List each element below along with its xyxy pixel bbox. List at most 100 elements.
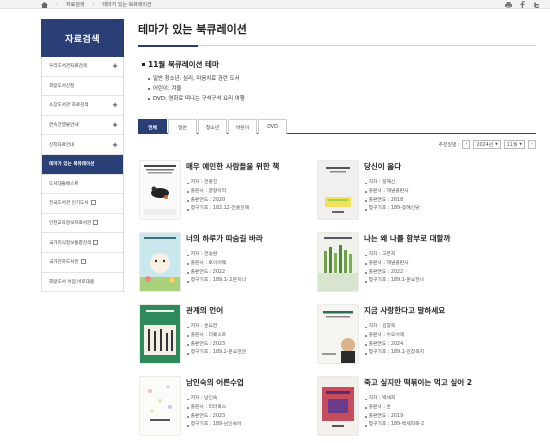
book-author: 저자 : 정혜신 [365,179,419,188]
book-year: 출판연도 : 2018 [365,197,419,206]
book-item: 나는 왜 나를 함부로 대할까 저자 : 고은희 출판사 : 해냄출판사 출판연… [318,233,516,299]
sidebar: 자료검색 우리도서관자료검색 + 희망도서신청 소장도서관 자료검색 + 연속간… [41,19,124,293]
book-meta: 저자 : 문요한 출판사 : 더퀘스트 출판연도 : 2023 청구기호 : 1… [187,323,246,358]
title-divider [138,44,536,47]
book-title[interactable]: 지금 사랑한다고 말하세요 [364,305,445,316]
book-cover[interactable] [318,233,358,291]
year-select[interactable]: 2024년 ▼ [473,139,501,149]
sidebar-item-book-request[interactable]: 희망도서신청 [42,76,123,97]
breadcrumb-separator: › [92,1,95,8]
sidebar-item-label: 연속간행물안내 [49,123,79,129]
sidebar-item-national-e-library[interactable]: 국가전자도서관 [42,252,123,273]
book-item: 관계의 언어 저자 : 문요한 출판사 : 더퀘스트 출판연도 : 2023 청… [140,305,338,371]
book-item: 당신이 옳다 저자 : 정혜신 출판사 : 해냄출판사 출판연도 : 2018 … [318,161,516,227]
book-author: 저자 : 전홍진 [187,179,249,188]
book-cover[interactable] [140,305,180,363]
breadcrumb-item-current: 테마가 있는 북큐레이션 [102,2,152,8]
breadcrumb-item-search[interactable]: 자료검색 [66,1,84,8]
book-title[interactable]: 매우 예민한 사람들을 위한 책 [186,161,279,172]
date-filter: 추천일별 : ‹ 2024년 ▼ 11월 ▼ › [439,139,536,149]
tab-all[interactable]: 전체 [138,119,167,134]
print-icon[interactable] [505,1,512,8]
sidebar-item-label: 신착자료안내 [49,142,75,148]
book-publisher: 출판사 : 흔 [365,404,424,413]
book-publisher: 출판사 : 리더북스 [187,404,241,413]
book-meta: 저자 : 고은희 출판사 : 해냄출판사 출판연도 : 2022 청구기호 : … [365,251,424,286]
home-icon[interactable] [40,1,48,8]
chevron-down-icon: ▼ [495,142,498,146]
facebook-icon[interactable] [519,1,526,8]
book-item: 너의 하루가 따숨길 바라 저자 : 전승환 출판사 : 토이어웨 출판연도 :… [140,233,338,299]
book-year: 출판연도 : 2022 [187,269,246,278]
external-link-icon [90,200,96,206]
month-select[interactable]: 11월 ▼ [503,139,525,149]
book-call-number: 청구기호 : 189.1-김창옥지 [365,349,424,358]
book-meta: 저자 : 남인숙 출판사 : 리더북스 출판연도 : 2023 청구기호 : 1… [187,395,241,430]
chevron-down-icon: ▼ [519,142,522,146]
book-publisher: 출판사 : 토이어웨 [187,260,246,269]
sidebar-item-label: 테마가 있는 북큐레이션 [49,162,95,168]
sidebar-item-loan-best[interactable]: 도서대출베스트 [42,174,123,195]
sidebar-item-label: 국가전자도서관 [49,259,86,265]
twitter-icon[interactable] [533,1,540,8]
book-title[interactable]: 관계의 언어 [186,305,223,316]
book-title[interactable]: 죽고 싶지만 떡볶이는 먹고 싶어 2 [364,377,472,388]
book-year: 출판연도 : 2024 [365,341,424,350]
book-call-number: 청구기호 : 182.12-전홍진매 [187,205,249,214]
book-title[interactable]: 나는 왜 나를 함부로 대할까 [364,233,450,244]
book-cover[interactable] [318,377,358,435]
book-publisher: 출판사 : 글항아리 [187,188,249,197]
sidebar-item-national-search[interactable]: 국가지식정보통합검색 [42,233,123,253]
book-call-number: 청구기호 : 189.1-고은지너 [187,277,246,286]
book-cover[interactable] [140,233,180,291]
book-author: 저자 : 전승환 [187,251,246,260]
book-author: 저자 : 김창옥 [365,323,424,332]
theme-intro: 11월 북큐레이션 테마 일반·청소년: 심리, 마음치료 관련 도서 어린이:… [142,59,245,104]
expand-plus-icon[interactable]: + [112,141,118,149]
sidebar-item-bookstore-loan[interactable]: 희망도서 서점 바로대출 [42,272,123,293]
prev-month-button[interactable]: ‹ [462,139,471,149]
sidebar-item-book-curation[interactable]: 테마가 있는 북큐레이션 [42,154,123,175]
sidebar-item-holding-library-search[interactable]: 소장도서관 자료검색 + [42,96,123,116]
book-author: 저자 : 고은희 [365,251,424,260]
book-title[interactable]: 너의 하루가 따숨길 바라 [186,233,263,244]
tab-general[interactable]: 일반 [168,119,197,134]
theme-heading: 11월 북큐레이션 테마 [142,59,245,70]
sidebar-item-label: 국가지식정보통합검색 [49,239,99,246]
book-title[interactable]: 남인숙의 어른수업 [186,377,244,388]
book-call-number: 청구기호 : 189-정혜신당 [365,205,419,214]
sidebar-item-label: 도서대출베스트 [49,181,79,187]
book-call-number: 청구기호 : 189.1-문요한나 [365,277,424,286]
sidebar-title: 자료검색 [41,19,124,57]
next-month-button[interactable]: › [528,139,536,149]
book-cover[interactable] [318,161,358,219]
page-title: 테마가 있는 북큐레이션 [138,23,247,36]
sidebar-item-popular-books[interactable]: 전국도서관 인기도서 [42,194,123,214]
book-cover[interactable] [140,161,180,219]
book-cover[interactable] [318,305,358,363]
tab-youth[interactable]: 청소년 [198,119,227,134]
expand-plus-icon[interactable]: + [112,101,118,109]
book-cover[interactable] [140,377,180,435]
expand-plus-icon[interactable]: + [112,121,118,129]
sidebar-menu: 우리도서관자료검색 + 희망도서신청 소장도서관 자료검색 + 연속간행물안내 … [41,57,124,293]
book-item: 죽고 싶지만 떡볶이는 먹고 싶어 2 저자 : 백세희 출판사 : 흔 출판연… [318,377,516,443]
book-meta: 저자 : 전홍진 출판사 : 글항아리 출판연도 : 2020 청구기호 : 1… [187,179,249,214]
filter-label: 추천일별 : [438,142,460,148]
tab-children[interactable]: 어린이 [228,119,257,134]
external-link-icon [93,239,99,245]
sidebar-item-periodicals[interactable]: 연속간행물안내 + [42,115,123,136]
tab-dvd[interactable]: DVD [258,119,287,134]
sidebar-item-education-library[interactable]: 인천교육정보자료서관 [42,213,123,234]
main-content: 테마가 있는 북큐레이션 11월 북큐레이션 테마 일반·청소년: 심리, 마음… [138,19,538,435]
sidebar-item-collection-search[interactable]: 우리도서관자료검색 + [42,57,123,77]
book-author: 저자 : 백세희 [365,395,424,404]
book-publisher: 출판사 : 해냄출판사 [365,260,424,269]
sidebar-item-new-arrivals[interactable]: 신착자료안내 + [42,135,123,155]
page-tools [505,0,540,9]
expand-plus-icon[interactable]: + [112,62,118,70]
book-title[interactable]: 당신이 옳다 [364,161,401,172]
book-meta: 저자 : 전승환 출판사 : 토이어웨 출판연도 : 2022 청구기호 : 1… [187,251,246,286]
sidebar-item-label: 소장도서관 자료검색 [49,103,89,109]
bullet-icon [142,63,145,66]
